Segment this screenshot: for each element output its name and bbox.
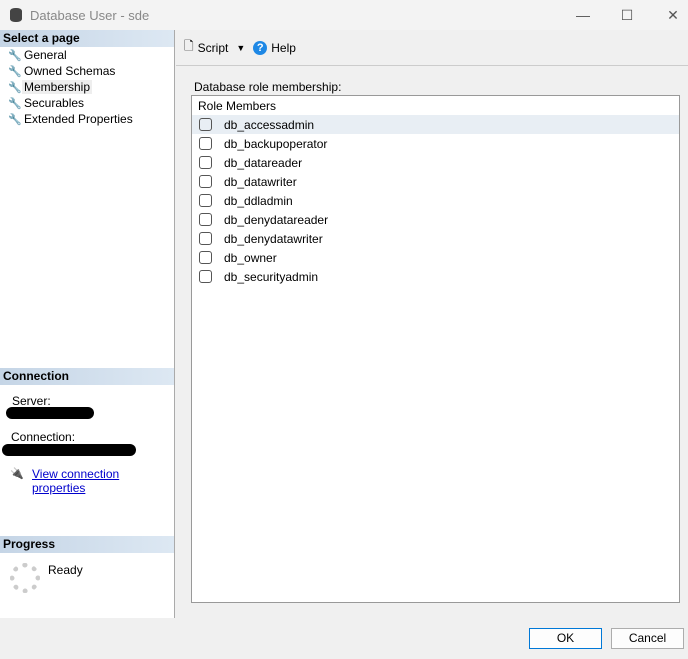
table-row: db_accessadmin (192, 115, 679, 134)
wrench-icon: 🔧 (8, 65, 22, 78)
progress-spinner-icon (10, 563, 40, 593)
role-name: db_datawriter (224, 174, 297, 189)
database-icon (10, 8, 22, 22)
role-checkbox[interactable] (199, 194, 212, 207)
wrench-icon: 🔧 (8, 97, 22, 110)
connection-header: Connection (0, 368, 174, 385)
sidebar-item-owned-schemas[interactable]: 🔧 Owned Schemas (0, 63, 174, 79)
role-checkbox[interactable] (199, 156, 212, 169)
wrench-icon: 🔧 (8, 49, 22, 62)
progress-status: Ready (48, 563, 83, 577)
table-row: db_backupoperator (192, 134, 679, 153)
table-row: db_owner (192, 248, 679, 267)
redacted-connection (2, 444, 136, 456)
table-row: db_ddladmin (192, 191, 679, 210)
help-button[interactable]: Help (271, 41, 296, 55)
ok-button[interactable]: OK (529, 628, 602, 649)
role-name: db_denydatareader (224, 212, 329, 227)
role-checkbox[interactable] (199, 251, 212, 264)
role-name: db_denydatawriter (224, 231, 323, 246)
server-label: Server: (12, 394, 51, 408)
role-checkbox[interactable] (199, 118, 212, 131)
sidebar-item-extended-properties[interactable]: 🔧 Extended Properties (0, 111, 174, 127)
script-button[interactable]: Script (198, 41, 229, 55)
main-panel: 🗋 Script ▼ ? Help Database role membersh… (176, 30, 688, 618)
sidebar-item-label: General (24, 48, 67, 62)
sidebar-item-label: Securables (24, 96, 85, 110)
sidebar-item-membership[interactable]: 🔧 Membership (0, 79, 174, 95)
column-header-role-members: Role Members (198, 99, 277, 113)
table-row: db_datawriter (192, 172, 679, 191)
sidebar-item-label: Membership (22, 80, 93, 94)
sidebar-item-label: Owned Schemas (24, 64, 116, 78)
plug-icon: 🔌 (10, 468, 24, 480)
role-name: db_backupoperator (224, 136, 328, 151)
sidebar-item-securables[interactable]: 🔧 Securables (0, 95, 174, 111)
maximize-button[interactable]: ☐ (612, 4, 642, 26)
wrench-icon: 🔧 (8, 113, 22, 126)
script-dropdown-icon[interactable]: ▼ (236, 43, 245, 53)
window-title: Database User - sde (30, 7, 150, 23)
role-name: db_ddladmin (224, 193, 293, 208)
button-bar: OK Cancel (0, 618, 688, 659)
role-name: db_datareader (224, 155, 303, 170)
role-membership-label: Database role membership: (194, 80, 342, 94)
table-row: db_datareader (192, 153, 679, 172)
help-icon: ? (253, 40, 268, 55)
role-name: db_accessadmin (224, 117, 315, 132)
role-checkbox[interactable] (199, 232, 212, 245)
sidebar: Select a page 🔧 General 🔧 Owned Schemas 🔧 Mem… (0, 30, 175, 618)
toolbar: 🗋 Script ▼ ? Help (176, 30, 688, 66)
role-name: db_securityadmin (224, 269, 319, 284)
wrench-icon: 🔧 (8, 81, 22, 94)
role-checkbox[interactable] (199, 137, 212, 150)
sidebar-item-label: Extended Properties (24, 112, 133, 126)
role-checkbox[interactable] (199, 175, 212, 188)
progress-header: Progress (0, 536, 174, 553)
script-icon: 🗋 (184, 39, 194, 53)
minimize-button[interactable]: — (568, 4, 598, 26)
role-members-grid: Role Members db_accessadmin db_backupoper… (191, 95, 680, 603)
select-page-header: Select a page (0, 30, 174, 47)
role-checkbox[interactable] (199, 213, 212, 226)
role-name: db_owner (224, 250, 277, 265)
redacted-server (6, 407, 94, 419)
connection-label: Connection: (11, 430, 76, 444)
cancel-button[interactable]: Cancel (611, 628, 684, 649)
table-row: db_securityadmin (192, 267, 679, 286)
title-bar: Database User - sde — ☐ ✕ (0, 0, 688, 30)
table-row: db_denydatareader (192, 210, 679, 229)
sidebar-item-general[interactable]: 🔧 General (0, 47, 174, 63)
role-checkbox[interactable] (199, 270, 212, 283)
close-button[interactable]: ✕ (658, 4, 688, 26)
table-row: db_denydatawriter (192, 229, 679, 248)
view-connection-properties-link[interactable]: View connection properties (32, 467, 174, 495)
